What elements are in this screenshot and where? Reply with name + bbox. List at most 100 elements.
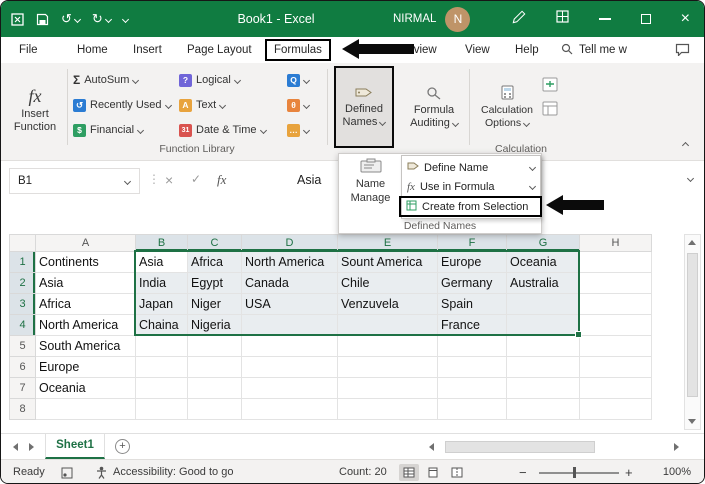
col-header-g[interactable]: G (506, 234, 580, 252)
logical-button[interactable]: ? Logical (179, 69, 241, 91)
row-header-7[interactable]: 7 (9, 377, 36, 399)
zoom-slider-thumb[interactable] (573, 467, 576, 478)
vertical-scroll-thumb[interactable] (687, 253, 698, 397)
cell-a1[interactable]: Continents (35, 251, 136, 273)
cell-g6[interactable] (506, 356, 580, 378)
scroll-left-icon[interactable] (429, 443, 434, 451)
cell-g1[interactable]: Oceania (506, 251, 580, 273)
undo-button[interactable]: ↺ (61, 11, 81, 27)
cell-d1[interactable]: North America (241, 251, 338, 273)
text-button[interactable]: A Text (179, 94, 227, 116)
cell-b4[interactable]: Chaina (135, 314, 188, 336)
cell-a5[interactable]: South America (35, 335, 136, 357)
tab-page-layout[interactable]: Page Layout (187, 37, 252, 63)
collapse-ribbon-icon[interactable] (681, 141, 690, 150)
cell-e5[interactable] (337, 335, 438, 357)
cell-e4[interactable] (337, 314, 438, 336)
menu-item-define-name[interactable]: Define Name (402, 158, 540, 177)
cell-c1[interactable]: Africa (187, 251, 242, 273)
calculation-options-button[interactable]: Calculation Options (478, 66, 536, 148)
more-functions-button[interactable]: … (287, 119, 311, 141)
tell-me-search[interactable]: Tell me w (561, 37, 627, 63)
enter-icon[interactable]: ✓ (191, 172, 201, 186)
scroll-down-icon[interactable] (688, 419, 696, 424)
zoom-slider-track[interactable] (539, 472, 619, 474)
col-header-f[interactable]: F (437, 234, 507, 252)
tab-file[interactable]: File (19, 37, 38, 63)
cell-g8[interactable] (506, 398, 580, 420)
cell-d2[interactable]: Canada (241, 272, 338, 294)
tab-view[interactable]: View (465, 37, 490, 63)
cell-a6[interactable]: Europe (35, 356, 136, 378)
cell-a2[interactable]: Asia (35, 272, 136, 294)
horizontal-scroll-thumb[interactable] (445, 441, 595, 453)
autosum-button[interactable]: Σ AutoSum (73, 69, 140, 91)
cell-d3[interactable]: USA (241, 293, 338, 315)
normal-view-button[interactable] (399, 464, 419, 481)
comment-icon[interactable] (675, 43, 690, 61)
sheet-tab-sheet1[interactable]: Sheet1 (45, 434, 105, 459)
cell-c6[interactable] (187, 356, 242, 378)
col-header-a[interactable]: A (35, 234, 136, 252)
cell-d6[interactable] (241, 356, 338, 378)
scroll-right-icon[interactable] (674, 443, 679, 451)
cell-c8[interactable] (187, 398, 242, 420)
row-header-5[interactable]: 5 (9, 335, 36, 357)
cell-c7[interactable] (187, 377, 242, 399)
cell-h3[interactable] (579, 293, 652, 315)
vertical-scrollbar[interactable] (684, 234, 701, 430)
cell-e6[interactable] (337, 356, 438, 378)
cell-e8[interactable] (337, 398, 438, 420)
calculate-now-button[interactable] (542, 73, 558, 95)
cell-b3[interactable]: Japan (135, 293, 188, 315)
row-header-2[interactable]: 2 (9, 272, 36, 294)
financial-button[interactable]: $ Financial (73, 119, 145, 141)
cell-d5[interactable] (241, 335, 338, 357)
cell-f1[interactable]: Europe (437, 251, 507, 273)
page-layout-view-button[interactable] (423, 464, 443, 481)
cell-b6[interactable] (135, 356, 188, 378)
col-header-c[interactable]: C (187, 234, 242, 252)
prev-sheet-icon[interactable] (13, 443, 18, 451)
next-sheet-icon[interactable] (29, 443, 34, 451)
defined-names-button[interactable]: Defined Names (334, 66, 394, 148)
expand-formula-bar-icon[interactable] (686, 174, 695, 183)
name-box[interactable]: B1 (9, 168, 140, 194)
cell-c5[interactable] (187, 335, 242, 357)
insert-function-fx-icon[interactable]: fx (217, 172, 226, 188)
lookup-reference-button[interactable]: Q (287, 69, 311, 91)
cell-h8[interactable] (579, 398, 652, 420)
recently-used-button[interactable]: ↺ Recently Used (73, 94, 172, 116)
tab-insert[interactable]: Insert (133, 37, 162, 63)
macro-record-icon[interactable] (61, 467, 73, 483)
cell-f7[interactable] (437, 377, 507, 399)
cell-g2[interactable]: Australia (506, 272, 580, 294)
cell-e2[interactable]: Chile (337, 272, 438, 294)
name-manager-button[interactable]: Name Manage (342, 158, 399, 204)
cell-a8[interactable] (35, 398, 136, 420)
date-time-button[interactable]: 31 Date & Time (179, 119, 267, 141)
cell-h4[interactable] (579, 314, 652, 336)
col-header-h[interactable]: H (579, 234, 652, 252)
cell-g4[interactable] (506, 314, 580, 336)
tab-home[interactable]: Home (77, 37, 108, 63)
cancel-icon[interactable]: × (165, 172, 173, 188)
formula-content[interactable]: Asia (297, 173, 321, 187)
formula-auditing-button[interactable]: Formula Auditing (402, 66, 466, 148)
cell-a4[interactable]: North America (35, 314, 136, 336)
cell-a3[interactable]: Africa (35, 293, 136, 315)
calculate-sheet-button[interactable] (542, 97, 558, 119)
row-header-4[interactable]: 4 (9, 314, 36, 336)
minimize-button[interactable] (598, 18, 611, 20)
col-header-d[interactable]: D (241, 234, 338, 252)
fill-handle[interactable] (575, 331, 582, 338)
scroll-up-icon[interactable] (688, 240, 696, 245)
zoom-level[interactable]: 100% (647, 460, 691, 483)
menu-item-use-in-formula[interactable]: fx Use in Formula (402, 177, 540, 196)
cell-c3[interactable]: Niger (187, 293, 242, 315)
horizontal-scrollbar[interactable] (429, 440, 679, 454)
new-sheet-button[interactable]: + (115, 439, 130, 454)
page-break-view-button[interactable] (447, 464, 467, 481)
cell-h2[interactable] (579, 272, 652, 294)
cell-h1[interactable] (579, 251, 652, 273)
